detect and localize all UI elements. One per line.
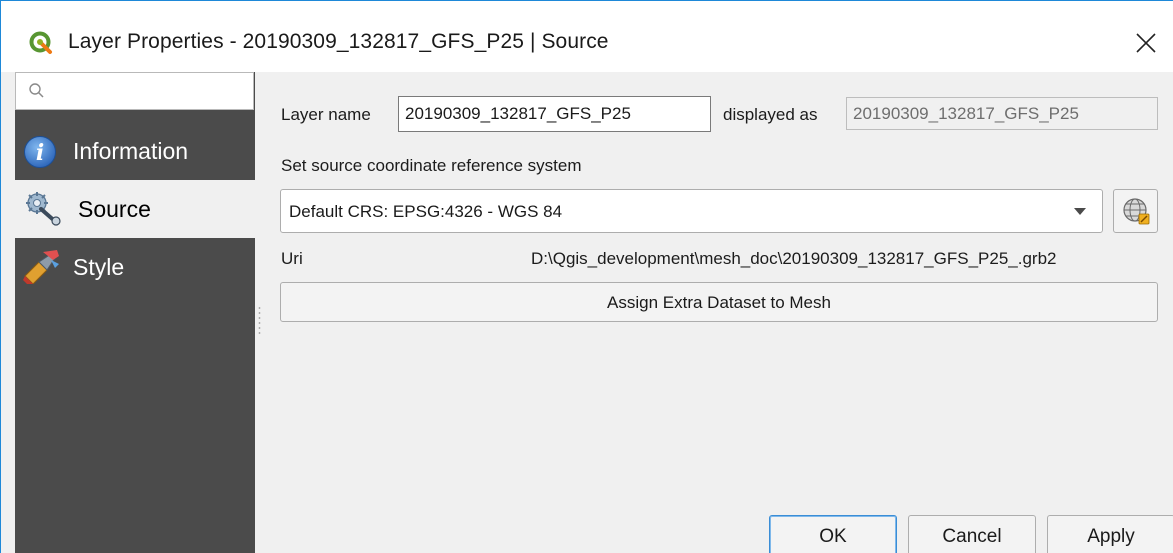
displayed-as-field: 20190309_132817_GFS_P25 bbox=[846, 97, 1158, 130]
splitter-handle[interactable] bbox=[258, 306, 261, 336]
crs-select-value: Default CRS: EPSG:4326 - WGS 84 bbox=[289, 202, 563, 221]
sidebar-item-label: Source bbox=[78, 196, 151, 222]
search-icon bbox=[29, 83, 44, 98]
ok-button[interactable]: OK bbox=[769, 515, 897, 553]
displayed-as-label: displayed as bbox=[723, 105, 818, 124]
chevron-down-icon bbox=[1074, 208, 1086, 215]
crs-globe-icon bbox=[1123, 198, 1150, 225]
layer-name-input[interactable]: 20190309_132817_GFS_P25 bbox=[398, 96, 711, 132]
title-bar: Layer Properties - 20190309_132817_GFS_P… bbox=[1, 1, 1173, 72]
qgis-logo-icon bbox=[29, 31, 52, 54]
assign-extra-dataset-button[interactable]: Assign Extra Dataset to Mesh bbox=[280, 282, 1158, 322]
source-icon bbox=[26, 192, 61, 226]
cancel-button[interactable]: Cancel bbox=[908, 515, 1036, 553]
sidebar: i Information Source Style bbox=[15, 72, 255, 553]
sidebar-search-input[interactable] bbox=[15, 72, 254, 110]
layer-name-label: Layer name bbox=[281, 105, 371, 124]
uri-value: D:\Qgis_development\mesh_doc\20190309_13… bbox=[531, 249, 1057, 268]
crs-selector-button[interactable] bbox=[1113, 189, 1158, 233]
information-icon: i bbox=[24, 136, 56, 168]
svg-text:i: i bbox=[36, 140, 44, 166]
sidebar-item-label: Information bbox=[73, 138, 189, 164]
apply-button[interactable]: Apply bbox=[1047, 515, 1173, 553]
sidebar-item-information[interactable]: i Information bbox=[15, 122, 255, 180]
style-icon bbox=[23, 250, 59, 284]
sidebar-item-label: Style bbox=[73, 254, 125, 280]
crs-select[interactable]: Default CRS: EPSG:4326 - WGS 84 bbox=[280, 189, 1103, 233]
crs-heading: Set source coordinate reference system bbox=[281, 156, 582, 175]
close-icon[interactable] bbox=[1126, 25, 1166, 61]
sidebar-item-source[interactable]: Source bbox=[15, 180, 255, 238]
uri-label: Uri bbox=[281, 249, 303, 268]
layer-properties-dialog: Layer Properties - 20190309_132817_GFS_P… bbox=[0, 0, 1173, 553]
window-title: Layer Properties - 20190309_132817_GFS_P… bbox=[68, 30, 609, 53]
sidebar-item-style[interactable]: Style bbox=[15, 238, 255, 296]
